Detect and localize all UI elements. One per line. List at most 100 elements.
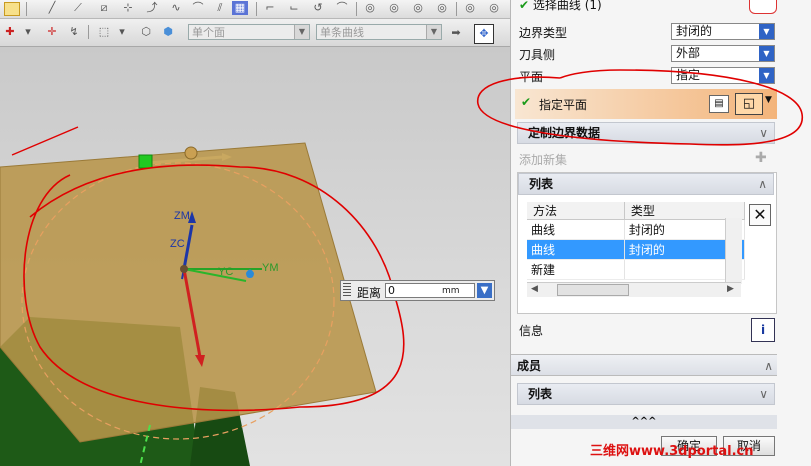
offset-icon[interactable]: ⫽: [212, 1, 228, 15]
distance-value: 0: [388, 284, 395, 297]
members-list-section[interactable]: 列表 ∨: [517, 383, 775, 405]
quadrant-icon[interactable]: ◎: [462, 1, 478, 15]
info-label: 信息: [519, 324, 544, 338]
hatch-icon[interactable]: ⧄: [96, 1, 112, 15]
snap-settings-icon[interactable]: ✥: [474, 24, 494, 44]
boundary-type-select[interactable]: 封闭的 ▼: [671, 23, 775, 40]
circle-center-icon[interactable]: ◎: [362, 1, 378, 15]
triad-origin: [180, 265, 188, 273]
divide-icon[interactable]: ⌒: [334, 1, 350, 15]
members-header: 成员: [517, 359, 542, 373]
toolbar-separator: [356, 2, 357, 16]
zc-label: ZC: [170, 238, 185, 250]
origin-handle-cube[interactable]: [138, 154, 153, 169]
tool-side-select[interactable]: 外部 ▼: [671, 45, 775, 62]
table-row[interactable]: 曲线 封闭的: [527, 219, 746, 240]
tool-side-label: 刀具侧: [519, 48, 556, 62]
snap-icon[interactable]: [4, 2, 20, 16]
chevron-down-icon: ▼: [759, 24, 774, 39]
curve-rule-select[interactable]: 单条曲线 ▼: [316, 24, 442, 40]
chevron-down-icon: ▼: [294, 25, 309, 39]
add-point-icon[interactable]: ✚: [2, 25, 18, 39]
zm-label: ZM: [174, 210, 190, 222]
members-section[interactable]: 成员 ∧: [511, 354, 777, 376]
vertical-scrollbar[interactable]: [725, 218, 742, 284]
yc-label: YC: [218, 266, 233, 278]
polyline-icon[interactable]: ⟋: [70, 1, 86, 15]
annotation-ellipse: [477, 69, 803, 146]
select-curve-label: 选择曲线 (1): [532, 0, 602, 12]
move-point-icon[interactable]: ✛: [44, 25, 60, 39]
ym-label: YM: [262, 262, 279, 274]
curve-selector-button[interactable]: [749, 0, 777, 14]
toolbar-separator: [456, 2, 457, 16]
dropdown-arrow-icon[interactable]: ▾: [114, 25, 130, 39]
scene-svg: ZM ZC YC YM: [0, 126, 405, 466]
row-method: 曲线: [527, 219, 625, 240]
column-header-type[interactable]: 类型: [624, 202, 746, 220]
table-row[interactable]: 曲线 封闭的: [527, 239, 746, 260]
chevron-up-icon: ∧: [764, 359, 773, 373]
row-method: 曲线: [527, 239, 625, 260]
toolbar-separator: [256, 2, 257, 16]
spline-icon[interactable]: ∿: [168, 1, 184, 15]
circle-tangent-icon[interactable]: ◎: [410, 1, 426, 15]
intersection-icon[interactable]: ◎: [486, 1, 502, 15]
solid-cube-icon[interactable]: ⬢: [160, 25, 176, 39]
remove-icon[interactable]: ✕: [749, 204, 771, 226]
collapse-bar[interactable]: ^^^: [511, 415, 777, 429]
horizontal-scrollbar[interactable]: ◀ ▶: [527, 282, 741, 297]
face-filter-value: 单个面: [192, 26, 225, 39]
point-icon[interactable]: ⊹: [120, 1, 136, 15]
distance-label: 距离: [357, 286, 382, 300]
extend-icon[interactable]: ↺: [310, 1, 326, 15]
distance-unit: mm: [442, 286, 460, 296]
trim-icon[interactable]: ⌙: [286, 1, 302, 15]
chevron-down-icon: ▼: [759, 46, 774, 61]
column-header-method[interactable]: 方法: [527, 202, 625, 220]
circle-arc-icon[interactable]: ◎: [434, 1, 450, 15]
list-header: 列表: [529, 177, 554, 191]
fillet-icon[interactable]: ⌐: [262, 1, 278, 15]
distance-input[interactable]: 0 mm: [385, 283, 475, 298]
wireframe-icon[interactable]: ⬡: [138, 25, 154, 39]
scroll-thumb[interactable]: [557, 284, 629, 296]
chevron-down-icon: ▼: [426, 25, 441, 39]
top-toolbar: ╱ ⟋ ⧄ ⊹ ⤴ ∿ ⌒ ⫽ ▦ ⌐ ⌙ ↺ ⌒ ◎ ◎ ◎ ◎ ◎ ◎: [0, 0, 510, 19]
row-method: 新建: [527, 259, 625, 280]
curve-icon[interactable]: ⤴: [144, 1, 160, 15]
lasso-icon[interactable]: ↯: [66, 25, 82, 39]
grid-icon[interactable]: ▦: [232, 1, 248, 15]
box-select-icon[interactable]: ⬚: [96, 25, 112, 39]
distance-input-box: 距离 0 mm ▼: [340, 280, 495, 301]
face-filter-select[interactable]: 单个面 ▼: [188, 24, 310, 40]
curve-rule-value: 单条曲线: [320, 26, 364, 39]
chevron-down-icon[interactable]: ▼: [477, 283, 492, 298]
arc-icon[interactable]: ⌒: [190, 1, 206, 15]
chevron-down-icon: ∨: [759, 387, 768, 401]
circle-point-icon[interactable]: ◎: [386, 1, 402, 15]
arrow-right-icon[interactable]: ➡: [448, 26, 464, 40]
chevron-up-icon: ∧: [758, 177, 767, 191]
line-icon[interactable]: ╱: [44, 1, 60, 15]
scroll-right-icon[interactable]: ▶: [727, 284, 734, 294]
boundary-type-value: 封闭的: [676, 24, 713, 38]
dropdown-arrow-icon[interactable]: ▾: [20, 25, 36, 39]
check-icon: ✔: [519, 0, 530, 12]
collapse-up-icon: ^^^: [631, 416, 657, 427]
toolbar-separator: [26, 2, 27, 16]
drag-grip-icon[interactable]: [343, 283, 351, 298]
watermark-text: 三维网www.3dportal.cn: [590, 444, 754, 459]
graphics-viewport[interactable]: ZM ZC YC YM: [0, 47, 510, 466]
annotation-stroke: [11, 126, 79, 156]
list-section[interactable]: 列表 ∧: [518, 173, 774, 195]
boundary-list-table: 方法 类型 曲线 封闭的 曲线 封闭的 新建: [527, 202, 746, 280]
scroll-left-icon[interactable]: ◀: [531, 284, 538, 294]
table-row[interactable]: 新建: [527, 259, 746, 280]
boundary-type-label: 边界类型: [519, 26, 568, 40]
handle-sphere[interactable]: [184, 146, 198, 160]
toolbar-separator: [88, 25, 89, 39]
select-curve-row[interactable]: ✔ 选择曲线 (1): [519, 0, 602, 13]
info-icon[interactable]: i: [751, 318, 775, 342]
tool-side-value: 外部: [676, 46, 701, 60]
